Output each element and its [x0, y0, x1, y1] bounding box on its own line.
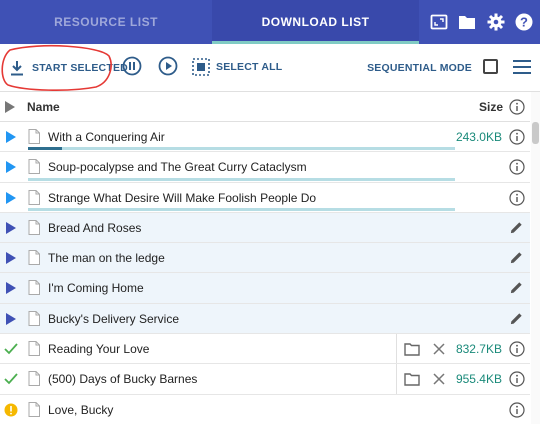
file-icon	[28, 129, 40, 144]
warning-icon[interactable]	[4, 403, 18, 417]
list-header: Name Size	[0, 92, 530, 122]
select-all-button[interactable]: SELECT ALL	[192, 56, 282, 78]
list-item[interactable]: Bread And Roses	[0, 212, 530, 244]
edit-icon[interactable]	[509, 250, 524, 265]
remove-icon[interactable]	[432, 372, 446, 386]
list-item[interactable]: With a Conquering Air 243.0KB	[0, 122, 530, 153]
list-item[interactable]: The man on the ledge	[0, 243, 530, 274]
downloading-play-icon[interactable]	[4, 130, 18, 144]
queued-play-icon[interactable]	[4, 312, 18, 326]
downloading-play-icon[interactable]	[4, 160, 18, 174]
file-icon	[28, 189, 40, 205]
file-icon	[28, 159, 40, 175]
pause-button[interactable]	[122, 56, 142, 76]
sequential-mode-checkbox[interactable]	[483, 59, 498, 74]
item-title[interactable]: I'm Coming Home	[48, 281, 144, 295]
folder-icon[interactable]	[456, 11, 478, 33]
tab-download-list[interactable]: DOWNLOAD LIST	[212, 0, 419, 44]
tab-resource-list[interactable]: RESOURCE LIST	[0, 0, 212, 44]
remove-icon[interactable]	[432, 342, 446, 356]
info-icon[interactable]	[509, 189, 525, 206]
pause-icon	[122, 56, 142, 76]
item-title[interactable]: Bread And Roses	[48, 221, 141, 235]
item-size: 243.0KB	[455, 130, 502, 144]
checkmark-icon[interactable]	[4, 372, 18, 386]
file-icon	[28, 219, 40, 235]
progress-bar	[28, 177, 455, 181]
help-icon[interactable]: ?	[513, 11, 535, 33]
item-title[interactable]: Reading Your Love	[48, 342, 149, 356]
list-item[interactable]: I'm Coming Home	[0, 273, 530, 304]
sequential-mode-label: SEQUENTIAL MODE	[367, 62, 472, 74]
file-icon	[28, 401, 40, 417]
list-item[interactable]: Reading Your Love 832.7KB	[0, 334, 530, 365]
list-item[interactable]: Strange What Desire Will Make Foolish Pe…	[0, 183, 530, 213]
scrollbar-thumb[interactable]	[532, 122, 539, 144]
file-icon	[28, 280, 40, 296]
play-button[interactable]	[158, 56, 178, 76]
progress-bar	[28, 147, 455, 151]
item-title[interactable]: (500) Days of Bucky Barnes	[48, 372, 197, 386]
info-icon[interactable]	[509, 159, 525, 175]
downloading-play-icon[interactable]	[4, 191, 18, 205]
open-folder-icon[interactable]	[404, 343, 420, 356]
item-title[interactable]: Love, Bucky	[48, 403, 113, 417]
file-icon	[28, 310, 40, 326]
file-icon	[28, 250, 40, 266]
edit-icon[interactable]	[509, 311, 524, 326]
list-item[interactable]: Bucky's Delivery Service	[0, 303, 530, 335]
menu-icon[interactable]	[512, 58, 532, 76]
nav-icon-group: ?	[419, 0, 540, 44]
start-selected-label: START SELECTED	[32, 62, 128, 74]
info-icon[interactable]	[509, 402, 525, 418]
progress-bar	[28, 207, 455, 211]
edit-icon[interactable]	[509, 280, 524, 295]
checkmark-icon[interactable]	[4, 342, 18, 356]
list-item[interactable]: Love, Bucky	[0, 395, 530, 424]
open-folder-icon[interactable]	[404, 373, 420, 387]
gear-icon[interactable]	[485, 11, 507, 33]
item-size: 832.7KB	[455, 342, 502, 357]
info-icon[interactable]	[509, 129, 525, 145]
item-title[interactable]: Bucky's Delivery Service	[48, 312, 179, 326]
size-column-header[interactable]: Size	[479, 100, 503, 114]
name-column-header[interactable]: Name	[27, 100, 60, 114]
file-icon	[28, 341, 40, 357]
queued-play-icon[interactable]	[4, 281, 18, 295]
list-item[interactable]: Soup-pocalypse and The Great Curry Catac…	[0, 152, 530, 183]
info-icon[interactable]	[509, 371, 525, 387]
info-icon[interactable]	[509, 99, 525, 115]
item-title[interactable]: With a Conquering Air	[48, 130, 165, 144]
queued-play-icon[interactable]	[4, 221, 18, 235]
file-icon	[28, 371, 40, 387]
item-title[interactable]: Strange What Desire Will Make Foolish Pe…	[48, 191, 316, 205]
select-all-icon	[192, 58, 210, 76]
start-selected-button[interactable]: START SELECTED	[6, 51, 130, 85]
top-nav: RESOURCE LIST DOWNLOAD LIST ?	[0, 0, 540, 44]
info-icon[interactable]	[509, 341, 525, 357]
window-icon[interactable]	[428, 11, 450, 33]
queued-play-icon[interactable]	[4, 251, 18, 265]
play-all-icon[interactable]	[4, 101, 16, 113]
svg-text:?: ?	[520, 15, 528, 30]
list-item[interactable]: (500) Days of Bucky Barnes 955.4KB	[0, 364, 530, 395]
column-divider	[396, 334, 397, 364]
download-icon	[11, 61, 23, 76]
play-icon	[158, 56, 178, 76]
column-divider	[396, 364, 397, 394]
progress-fill	[28, 147, 63, 151]
edit-icon[interactable]	[509, 220, 524, 235]
download-list: With a Conquering Air 243.0KB Soup-pocalyp…	[0, 122, 530, 424]
item-title[interactable]: The man on the ledge	[48, 251, 165, 265]
select-all-label: SELECT ALL	[216, 61, 283, 73]
item-size: 955.4KB	[455, 372, 502, 387]
item-title[interactable]: Soup-pocalypse and The Great Curry Catac…	[48, 160, 307, 174]
